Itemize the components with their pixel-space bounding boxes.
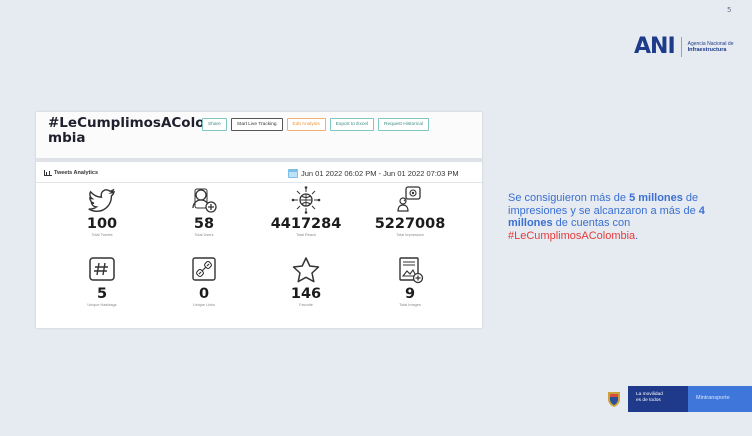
stat-value: 0 xyxy=(198,286,210,302)
ani-logo-mark: ANI xyxy=(634,34,676,59)
movilidad-brand: La movilidad es de todos xyxy=(628,386,688,412)
image-icon xyxy=(360,254,460,284)
stat-total-reach: 4417284 Total Reach xyxy=(256,184,356,238)
note-highlight: 5 millones xyxy=(629,192,683,204)
page-number: 5 xyxy=(727,6,732,14)
hashtag-title: #LeCumplimosAColo mbia xyxy=(48,115,205,146)
stat-value: 5 xyxy=(96,286,108,302)
start-live-tracking-button[interactable]: Start Live Tracking xyxy=(230,118,283,131)
date-range-text: Jun 01 2022 06:02 PM - Jun 01 2022 07:03… xyxy=(301,169,459,178)
note-text: de cuentas con xyxy=(552,217,631,229)
request-historical-button[interactable]: Request Historical xyxy=(378,118,429,131)
stat-label: Unique Links xyxy=(193,303,215,307)
footer-branding: La movilidad es de todos Mintransporte xyxy=(606,386,752,412)
analytics-bar: Tweets Analytics Jun 01 2022 06:02 PM - … xyxy=(36,166,482,183)
hashtag-icon xyxy=(52,254,152,284)
stat-unique-links: 0 Unique Links xyxy=(154,254,254,308)
stat-label: Total Tweets xyxy=(91,233,113,237)
hashtag-title-line1: #LeCumplimosAColo xyxy=(48,115,205,131)
calendar-icon xyxy=(288,169,298,178)
users-add-icon xyxy=(154,184,254,214)
stat-label: Favorite xyxy=(299,303,313,307)
stat-value: 58 xyxy=(193,216,215,232)
brand-line2: es de todos xyxy=(636,398,661,403)
action-buttons: Share Start Live Tracking Edit Analysis … xyxy=(202,118,429,131)
slide: 5 ANI Agencia Nacional de Infraestructur… xyxy=(0,0,752,436)
stat-label: Total Reach xyxy=(295,233,317,237)
stat-total-impression: 5227008 Total Impression xyxy=(360,184,460,238)
logo-line2: Infraestructura xyxy=(687,47,727,53)
coat-of-arms-icon xyxy=(608,392,620,407)
link-icon xyxy=(154,254,254,284)
stat-value: 9 xyxy=(404,286,416,302)
stat-favorite: 146 Favorite xyxy=(256,254,356,308)
twitter-bird-icon xyxy=(52,184,152,214)
stat-label: Total Users xyxy=(194,233,214,237)
reach-globe-icon xyxy=(256,184,356,214)
stat-value: 100 xyxy=(86,216,118,232)
hashtag-title-line2: mbia xyxy=(48,130,86,146)
note-hashtag: #LeCumplimosAColombia xyxy=(508,229,636,242)
edit-analysis-button[interactable]: Edit Analysis xyxy=(286,118,326,131)
stat-total-images: 9 Total Images xyxy=(360,254,460,308)
analytics-title-text: Tweets Analytics xyxy=(54,170,99,176)
stat-value: 5227008 xyxy=(374,216,446,232)
ani-logo-text: Agencia Nacional de Infraestructura xyxy=(688,41,736,53)
impressions-icon xyxy=(360,184,460,214)
dashboard-header: #LeCumplimosAColo mbia Share Start Live … xyxy=(36,112,482,162)
stat-value: 4417284 xyxy=(270,216,342,232)
ani-logo: ANI Agencia Nacional de Infraestructura xyxy=(634,36,736,58)
bar-chart-icon xyxy=(44,170,52,176)
analytics-title: Tweets Analytics xyxy=(44,170,98,176)
stat-label: Total Impression xyxy=(396,233,424,237)
export-excel-button[interactable]: Export to Excel xyxy=(329,118,375,131)
stat-total-tweets: 100 Total Tweets xyxy=(52,184,152,238)
summary-note: Se consiguieron más de 5 millones de imp… xyxy=(508,192,740,242)
logo-divider xyxy=(680,37,682,57)
stat-unique-hashtags: 5 Unique Hashtags xyxy=(52,254,152,308)
date-range[interactable]: Jun 01 2022 06:02 PM - Jun 01 2022 07:03… xyxy=(288,169,459,178)
stat-total-users: 58 Total Users xyxy=(154,184,254,238)
mintransporte-brand: Mintransporte xyxy=(688,386,752,412)
dashboard-card: #LeCumplimosAColo mbia Share Start Live … xyxy=(36,112,482,328)
stat-label: Unique Hashtags xyxy=(87,303,117,307)
star-icon xyxy=(256,254,356,284)
share-button[interactable]: Share xyxy=(202,118,227,131)
stat-value: 146 xyxy=(290,286,322,302)
note-text: Se consiguieron más de xyxy=(508,192,630,204)
note-text: . xyxy=(635,229,639,242)
stat-label: Total Images xyxy=(399,303,421,307)
